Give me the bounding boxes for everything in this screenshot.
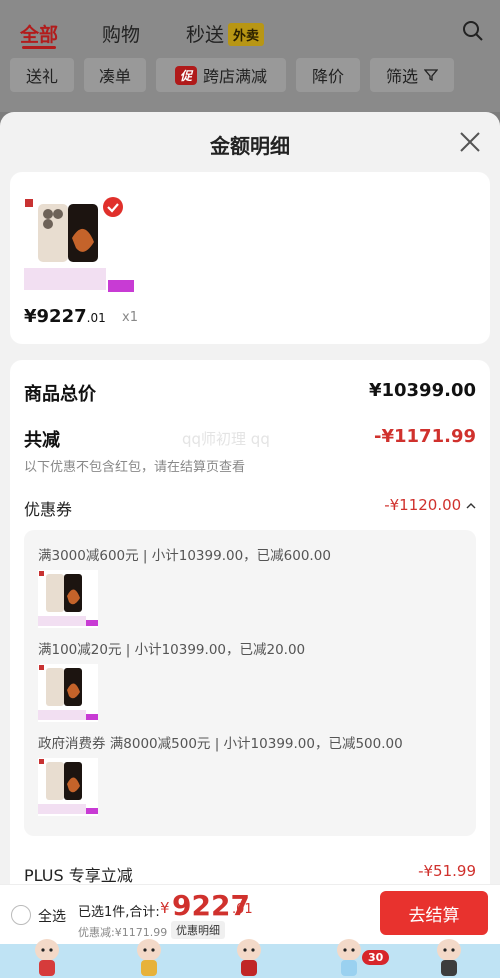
discount-detail-link[interactable]: 优惠明细 (171, 921, 225, 939)
tab-flash-delivery[interactable]: 秒送 (186, 20, 224, 47)
tab-shopping[interactable]: 购物 (102, 20, 140, 47)
mascot-dog-icon (337, 939, 361, 976)
plus-discount-value: -¥51.99 (418, 862, 476, 880)
total-currency: ¥ (160, 899, 170, 917)
select-all-label[interactable]: 全选 (38, 906, 66, 926)
promo-icon: 促 (174, 65, 197, 85)
product-price-int: ¥9227 (24, 306, 87, 327)
chip-label: 凑单 (98, 67, 131, 86)
tab-all[interactable]: 全部 (20, 20, 58, 47)
close-icon[interactable] (458, 130, 482, 154)
mascot-dog-icon (137, 939, 161, 976)
checkout-bar: 全选 已选1件,合计: ¥ 9227 .01 优惠减:¥1171.99 优惠明细… (0, 884, 500, 944)
coupon-product-thumbnail (38, 758, 98, 816)
top-navigation: 全部 购物 秒送 外卖 送礼 凑单 促 跨店满减 降价 筛选 (0, 0, 500, 112)
product-price: ¥9227.01 (24, 306, 106, 327)
checkout-button[interactable]: 去结算 (380, 891, 488, 935)
active-tab-indicator (22, 46, 56, 49)
selected-summary: 已选1件,合计: (78, 905, 160, 920)
sheet-title: 金额明细 (210, 134, 290, 158)
coupon-value[interactable]: -¥1120.00 (384, 496, 476, 514)
total-reduction-label: 共减 (24, 430, 60, 451)
total-price-label: 商品总价 (24, 384, 96, 405)
total-price-value: ¥10399.00 (368, 380, 476, 401)
check-icon[interactable] (102, 196, 124, 218)
mascot-dog-icon (437, 939, 461, 976)
coupon-item: 政府消费券 满8000减500元 | 小计10399.00，已减500.00 (38, 736, 403, 752)
chip-label: 跨店满减 (203, 67, 268, 86)
price-detail-card: 商品总价 ¥10399.00 qq师初理 qq 共减 -¥1171.99 以下优… (10, 360, 490, 900)
coupon-amount: -¥1120.00 (384, 496, 462, 514)
product-price-cents: .01 (86, 311, 106, 325)
filter-chip-bundle[interactable]: 凑单 (84, 58, 146, 92)
coupon-product-thumbnail (38, 664, 98, 722)
filter-funnel-icon (424, 69, 438, 82)
filter-chip-gift[interactable]: 送礼 (10, 58, 74, 92)
mascot-badge: 30 (362, 950, 390, 965)
takeout-badge: 外卖 (228, 23, 265, 46)
chip-label: 送礼 (25, 67, 58, 86)
coupon-label: 优惠券 (24, 500, 73, 519)
coupon-detail-box: 满3000减600元 | 小计10399.00，已减600.00 满100减20… (24, 530, 476, 836)
watermark-text: qq师初理 qq (182, 430, 270, 448)
chip-label: 筛选 (385, 67, 418, 86)
coupon-item: 满100减20元 | 小计10399.00，已减20.00 (38, 642, 306, 658)
mascot-dog-icon (35, 939, 59, 976)
amount-detail-sheet: 金额明细 ¥9227.01 x1 商品总价 ¥10399.00 qq师初理 qq… (0, 112, 500, 978)
search-icon[interactable] (462, 20, 484, 42)
filter-chip-price-drop[interactable]: 降价 (296, 58, 360, 92)
plus-discount-label: PLUS 专享立减 (24, 866, 133, 885)
checkout-label: 去结算 (408, 905, 460, 926)
filter-chip-cross-store[interactable]: 促 跨店满减 (156, 58, 286, 92)
mascot-dog-icon (237, 939, 261, 976)
product-card: ¥9227.01 x1 (10, 172, 490, 344)
mascot-banner[interactable]: 30 (0, 939, 500, 978)
select-all-radio[interactable] (11, 905, 31, 925)
chip-label: 降价 (311, 67, 344, 86)
total-amount-cents: .01 (232, 902, 253, 917)
product-quantity: x1 (122, 310, 138, 325)
chevron-up-icon (466, 503, 476, 509)
reduction-note: 以下优惠不包含红包，请在结算页查看 (24, 460, 246, 475)
total-reduction-value: -¥1171.99 (374, 426, 476, 447)
filter-chip-filter[interactable]: 筛选 (370, 58, 454, 92)
coupon-product-thumbnail (38, 570, 98, 628)
coupon-item: 满3000减600元 | 小计10399.00，已减600.00 (38, 548, 331, 564)
